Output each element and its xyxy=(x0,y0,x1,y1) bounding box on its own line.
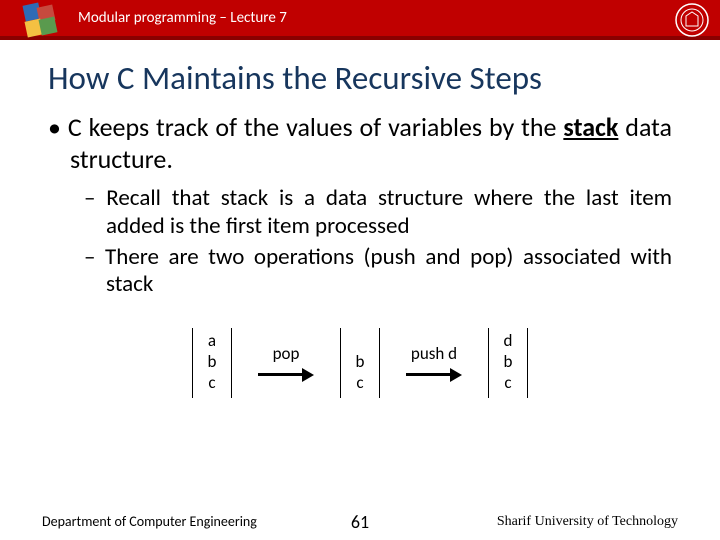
stack-cell: c xyxy=(356,372,363,393)
arrow-icon xyxy=(258,368,314,382)
stack-cell xyxy=(358,330,362,351)
university-seal-icon xyxy=(674,2,710,38)
stack-diagram: a b c pop b c push d d b c xyxy=(48,328,672,398)
bullet-text-prefix: C keeps track of the values of variables… xyxy=(68,111,564,143)
operation-pop: pop xyxy=(258,343,314,382)
operation-push: push d xyxy=(406,343,462,382)
stack-cell: b xyxy=(208,351,217,372)
stack-state-2: b c xyxy=(340,328,380,398)
stack-cell: a xyxy=(208,330,216,351)
stack-state-3: d b c xyxy=(488,328,528,398)
sub-bullet-list: Recall that stack is a data structure wh… xyxy=(48,185,672,298)
main-bullet: C keeps track of the values of variables… xyxy=(48,112,672,175)
stack-cell: b xyxy=(356,351,365,372)
page-number: 61 xyxy=(351,511,369,533)
stack-cell: c xyxy=(504,372,511,393)
footer-university: Sharif University of Technology xyxy=(497,514,678,530)
slide-header: Modular programming – Lecture 7 xyxy=(0,0,720,40)
stack-cell: c xyxy=(208,372,215,393)
stack-cell: b xyxy=(504,351,513,372)
header-title: Modular programming – Lecture 7 xyxy=(78,9,287,27)
op-label-pop: pop xyxy=(273,343,300,364)
footer-department: Department of Computer Engineering xyxy=(42,513,257,530)
arrow-icon xyxy=(406,368,462,382)
stack-state-1: a b c xyxy=(192,328,232,398)
stack-cell: d xyxy=(504,330,513,351)
sub-bullet-1: Recall that stack is a data structure wh… xyxy=(84,185,672,239)
stack-keyword: stack xyxy=(563,111,618,143)
puzzle-logo-icon xyxy=(18,0,62,42)
slide-footer: Department of Computer Engineering 61 Sh… xyxy=(0,513,720,530)
sub-bullet-2: There are two operations (push and pop) … xyxy=(84,244,672,298)
op-label-push: push d xyxy=(411,343,457,364)
slide-content: How C Maintains the Recursive Steps C ke… xyxy=(0,40,720,398)
slide-title: How C Maintains the Recursive Steps xyxy=(48,58,672,98)
